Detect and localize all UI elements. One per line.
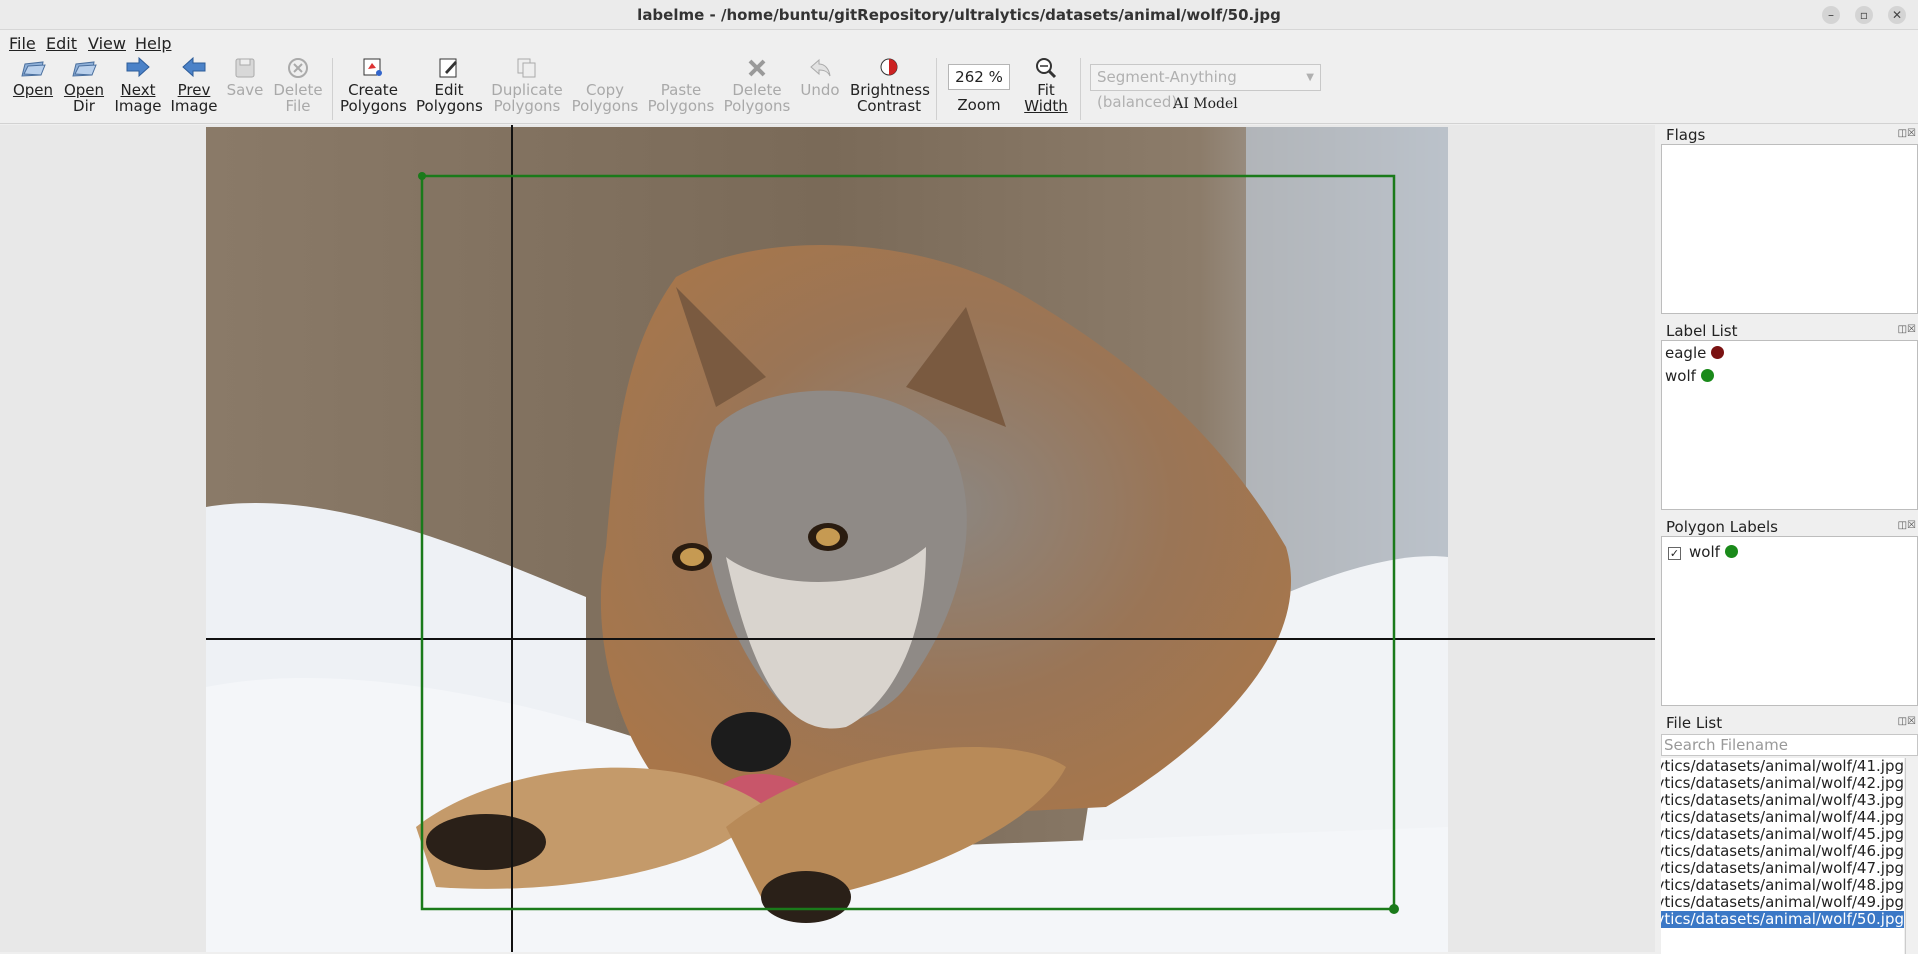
- file-list-item[interactable]: ytics/datasets/animal/wolf/42.jpg: [1661, 775, 1904, 792]
- file-list-item[interactable]: ytics/datasets/animal/wolf/44.jpg: [1661, 809, 1904, 826]
- file-list-item[interactable]: ytics/datasets/animal/wolf/46.jpg: [1661, 843, 1904, 860]
- fit-width-button[interactable]: Fit Width: [1020, 56, 1072, 114]
- polygon-labels-title: Polygon Labels: [1666, 518, 1778, 536]
- copy-polygons-button[interactable]: Copy Polygons: [570, 56, 640, 114]
- file-list-item[interactable]: ytics/datasets/animal/wolf/41.jpg: [1661, 758, 1904, 775]
- file-list-item[interactable]: ytics/datasets/animal/wolf/48.jpg: [1661, 877, 1904, 894]
- panel-float-close-icon[interactable]: ◫☒: [1898, 716, 1916, 727]
- open-button[interactable]: Open: [10, 56, 56, 98]
- toolbar-separator: [936, 58, 937, 120]
- color-dot-icon: [1700, 369, 1714, 382]
- folder-open-icon: [10, 56, 56, 82]
- close-icon[interactable]: ✕: [1888, 6, 1906, 24]
- menu-help[interactable]: Help: [135, 34, 171, 53]
- color-dot-icon: [1724, 545, 1738, 558]
- brightness-contrast-button[interactable]: Brightness Contrast: [850, 56, 930, 114]
- zoom-label: Zoom: [957, 96, 1001, 114]
- title-bar: labelme - /home/buntu/gitRepository/ultr…: [0, 0, 1918, 30]
- next-image-button[interactable]: Next Image: [114, 56, 162, 114]
- flags-title: Flags: [1666, 126, 1706, 144]
- file-list-item[interactable]: ytics/datasets/animal/wolf/45.jpg: [1661, 826, 1904, 843]
- save-icon: [226, 56, 264, 82]
- wolf-bounding-box[interactable]: [420, 174, 1396, 911]
- arrow-right-icon: [114, 56, 162, 82]
- label-item-wolf[interactable]: wolf: [1665, 367, 1714, 385]
- fit-width-icon: [1020, 56, 1072, 82]
- toolbar-separator: [1080, 58, 1081, 120]
- file-list[interactable]: ytics/datasets/animal/wolf/41.jpg ytics/…: [1661, 758, 1904, 954]
- menu-file[interactable]: File: [9, 34, 36, 53]
- panel-float-close-icon[interactable]: ◫☒: [1898, 520, 1916, 531]
- label-item-eagle[interactable]: eagle: [1665, 344, 1725, 362]
- duplicate-polygons-button[interactable]: Duplicate Polygons: [490, 56, 564, 114]
- open-dir-button[interactable]: Open Dir: [62, 56, 106, 114]
- file-list-item[interactable]: ytics/datasets/animal/wolf/43.jpg: [1661, 792, 1904, 809]
- ai-model-label: AI Model: [1173, 96, 1238, 112]
- label-list-title: Label List: [1666, 322, 1738, 340]
- bbox-vertex-handle[interactable]: [418, 172, 426, 180]
- menu-view[interactable]: View: [88, 34, 126, 53]
- edit-icon: [416, 56, 482, 82]
- arrow-left-icon: [170, 56, 218, 82]
- file-list-scrollbar[interactable]: [1905, 758, 1918, 954]
- menu-bar: File Edit View Help: [0, 31, 1918, 54]
- file-list-item-selected[interactable]: ytics/datasets/animal/wolf/50.jpg: [1661, 911, 1904, 928]
- window-title: labelme - /home/buntu/gitRepository/ultr…: [637, 6, 1281, 24]
- image-canvas[interactable]: [0, 125, 1655, 952]
- folder-open-icon: [62, 56, 106, 82]
- paste-polygons-button[interactable]: Paste Polygons: [646, 56, 716, 114]
- checkbox-checked-icon[interactable]: ✓: [1668, 547, 1681, 560]
- ai-model-select[interactable]: Segment-Anything (balanced) ▼: [1090, 64, 1321, 111]
- maximize-icon[interactable]: ▫: [1855, 6, 1873, 24]
- brightness-contrast-icon: [850, 56, 928, 82]
- undo-icon: [798, 56, 842, 82]
- panel-float-close-icon[interactable]: ◫☒: [1898, 128, 1916, 139]
- panel-float-close-icon[interactable]: ◫☒: [1898, 324, 1916, 335]
- polygon-labels-list[interactable]: ✓ wolf: [1661, 536, 1918, 706]
- edit-polygons-button[interactable]: Edit Polygons: [416, 56, 483, 114]
- delete-file-button[interactable]: Delete File: [272, 56, 324, 114]
- right-dock: Flags ◫☒ Label List ◫☒ eagle wolf Polygo…: [1658, 124, 1918, 954]
- create-polygon-icon: [340, 56, 406, 82]
- chevron-down-icon: ▼: [1306, 72, 1314, 83]
- undo-button[interactable]: Undo: [798, 56, 842, 98]
- search-filename-input[interactable]: Search Filename: [1661, 734, 1918, 756]
- delete-circle-icon: [272, 56, 324, 82]
- prev-image-button[interactable]: Prev Image: [170, 56, 218, 114]
- file-list-title: File List: [1666, 714, 1723, 732]
- file-list-item[interactable]: ytics/datasets/animal/wolf/47.jpg: [1661, 860, 1904, 877]
- bbox-vertex-handle[interactable]: [1389, 904, 1399, 914]
- minimize-icon[interactable]: –: [1822, 6, 1840, 24]
- flags-list[interactable]: [1661, 144, 1918, 314]
- x-icon: [722, 56, 792, 82]
- file-list-item[interactable]: ytics/datasets/animal/wolf/49.jpg: [1661, 894, 1904, 911]
- delete-polygons-button[interactable]: Delete Polygons: [722, 56, 792, 114]
- menu-edit[interactable]: Edit: [46, 34, 77, 53]
- create-polygons-button[interactable]: Create Polygons: [340, 56, 407, 114]
- color-dot-icon: [1711, 346, 1725, 359]
- label-list[interactable]: eagle wolf: [1661, 340, 1918, 510]
- toolbar-separator: [332, 58, 333, 120]
- duplicate-icon: [490, 56, 564, 82]
- save-button[interactable]: Save: [226, 56, 264, 98]
- zoom-input[interactable]: 262 %: [948, 64, 1010, 90]
- polygon-item-wolf[interactable]: ✓ wolf: [1668, 543, 1738, 561]
